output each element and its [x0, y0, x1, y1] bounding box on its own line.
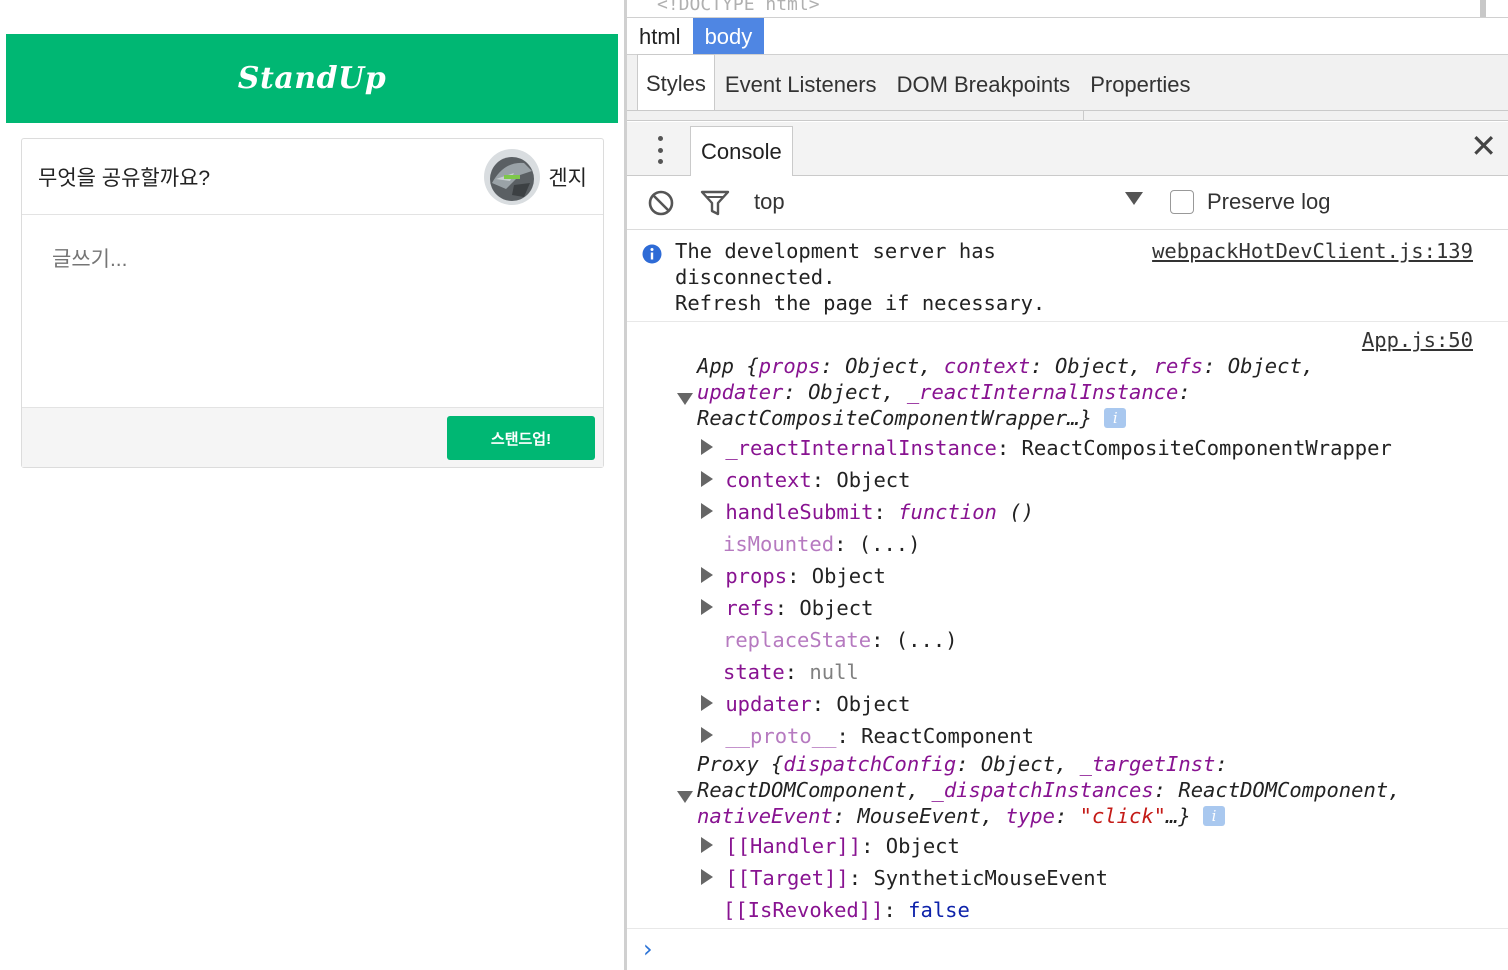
clear-console-icon[interactable]	[647, 189, 675, 217]
brand-logo[interactable]: StandUp	[238, 61, 386, 96]
user-name: 겐지	[548, 166, 587, 190]
composer-header: 무엇을 공유할까요? 겐지	[22, 139, 603, 215]
doctype-node[interactable]: <!DOCTYPE html>	[657, 0, 820, 15]
prop-row[interactable]: state: null	[723, 660, 859, 684]
close-icon[interactable]: ✕	[1470, 130, 1497, 162]
prop-row[interactable]: _reactInternalInstance: ReactCompositeCo…	[701, 436, 1392, 460]
prop-row[interactable]: [[Target]]: SyntheticMouseEvent	[701, 866, 1108, 890]
preserve-log-checkbox[interactable]	[1170, 190, 1194, 214]
info-badge-icon[interactable]: i	[1104, 408, 1127, 428]
object-preview-app-end[interactable]: ReactCompositeComponentWrapper…} i	[697, 406, 1127, 430]
prop-row[interactable]: __proto__: ReactComponent	[701, 724, 1034, 748]
tab-console[interactable]: Console	[690, 126, 793, 176]
prop-row[interactable]: isMounted: (...)	[723, 532, 921, 556]
preserve-log-label[interactable]: Preserve log	[1207, 189, 1331, 215]
source-link-app[interactable]: App.js:50	[1362, 328, 1473, 352]
user-badge: 겐지	[484, 148, 587, 205]
sidebar-tabs: Styles Event Listeners DOM Breakpoints P…	[627, 54, 1508, 111]
panel-divider[interactable]	[627, 111, 1508, 121]
avatar	[484, 148, 541, 205]
breadcrumb: html body	[627, 17, 1508, 55]
tab-properties[interactable]: Properties	[1080, 72, 1200, 110]
tab-dom-breakpoints[interactable]: DOM Breakpoints	[887, 72, 1081, 110]
tab-event-listeners[interactable]: Event Listeners	[715, 72, 887, 110]
prop-row[interactable]: [[IsRevoked]]: false	[723, 898, 970, 922]
elements-scrollbar[interactable]	[1480, 0, 1486, 17]
prop-row[interactable]: handleSubmit: function ()	[701, 500, 1034, 524]
more-tools-icon[interactable]	[657, 136, 663, 164]
prop-row[interactable]: updater: Object	[701, 692, 911, 716]
standup-app: StandUp 무엇을 공유할까요? 겐지 글쓰기... 스탠드업!	[0, 0, 624, 970]
context-selector[interactable]: top	[754, 189, 785, 215]
prop-row[interactable]: [[Handler]]: Object	[701, 834, 960, 858]
prop-row[interactable]: replaceState: (...)	[723, 628, 958, 652]
source-link-webpack[interactable]: webpackHotDevClient.js:139	[1152, 238, 1473, 264]
object-preview-proxy-end[interactable]: nativeEvent: MouseEvent, type: "click"…}…	[697, 804, 1226, 828]
console-message-info: webpackHotDevClient.js:139 The developme…	[627, 230, 1508, 322]
standup-submit-button[interactable]: 스탠드업!	[447, 416, 595, 460]
prompt-chevron-icon: ›	[643, 935, 653, 963]
console-prompt[interactable]: ›	[627, 928, 1508, 970]
info-line-2: disconnected.	[675, 265, 836, 289]
devtools-panel: <!DOCTYPE html> html body Styles Event L…	[624, 0, 1508, 970]
post-composer-card: 무엇을 공유할까요? 겐지 스탠드업!	[21, 138, 604, 468]
prop-row[interactable]: context: Object	[701, 468, 911, 492]
composer-prompt: 무엇을 공유할까요?	[38, 166, 211, 190]
expand-arrow-icon[interactable]	[677, 784, 693, 808]
app-header: StandUp	[6, 34, 618, 123]
filter-icon[interactable]	[700, 189, 730, 217]
object-preview-app[interactable]: App {props: Object, context: Object, ref…	[697, 354, 1314, 378]
tab-styles[interactable]: Styles	[637, 54, 715, 110]
drawer-tabbar: Console ✕	[627, 122, 1508, 176]
breadcrumb-body[interactable]: body	[692, 18, 765, 54]
post-textarea[interactable]	[52, 243, 573, 381]
composer-footer: 스탠드업!	[22, 407, 603, 467]
composer-body	[22, 215, 603, 409]
object-preview-app-cont[interactable]: updater: Object, _reactInternalInstance:	[697, 380, 1191, 404]
prop-row[interactable]: props: Object	[701, 564, 886, 588]
console-output: webpackHotDevClient.js:139 The developme…	[627, 230, 1508, 970]
info-icon	[642, 244, 662, 264]
breadcrumb-html[interactable]: html	[627, 18, 693, 54]
object-preview-proxy-cont[interactable]: ReactDOMComponent, _dispatchInstances: R…	[697, 778, 1401, 802]
expand-arrow-icon[interactable]	[677, 386, 693, 410]
object-preview-proxy[interactable]: Proxy {dispatchConfig: Object, _targetIn…	[697, 752, 1228, 776]
info-line-3: Refresh the page if necessary.	[675, 291, 1046, 315]
info-badge-icon[interactable]: i	[1203, 806, 1226, 826]
console-toolbar: top Preserve log	[627, 176, 1508, 230]
prop-row[interactable]: refs: Object	[701, 596, 873, 620]
chevron-down-icon[interactable]	[1125, 192, 1143, 205]
